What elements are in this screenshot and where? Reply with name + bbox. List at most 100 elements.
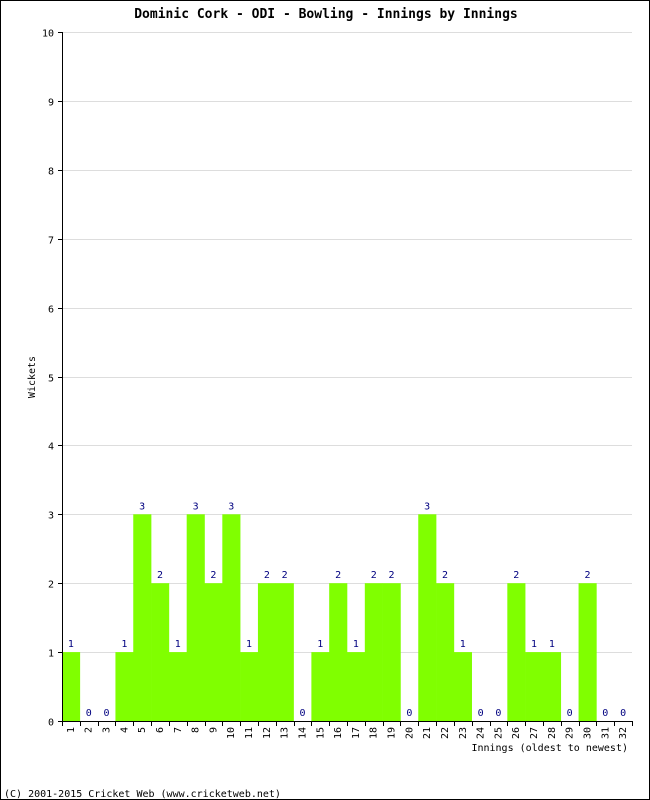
x-tick-label: 6: [155, 727, 166, 733]
bars: [62, 514, 597, 721]
x-tick-label: 26: [511, 727, 522, 739]
y-tick-label: 6: [48, 305, 54, 316]
x-tick-label: 12: [262, 727, 273, 739]
data-label: 2: [335, 570, 341, 581]
data-label: 0: [406, 708, 412, 719]
x-tick-label: 9: [208, 727, 219, 733]
bar: [436, 583, 455, 721]
data-label: 0: [478, 708, 484, 719]
copyright-footer: (C) 2001-2015 Cricket Web (www.cricketwe…: [4, 789, 281, 800]
x-tick-label: 32: [618, 727, 629, 739]
x-tick-label: 16: [333, 727, 344, 739]
x-tick-label: 10: [226, 727, 237, 739]
x-tick-label: 25: [493, 727, 504, 739]
x-tick-label: 5: [137, 727, 148, 733]
data-label: 2: [210, 570, 216, 581]
data-label: 1: [353, 639, 359, 650]
data-label: 1: [549, 639, 555, 650]
x-tick-label: 8: [191, 727, 202, 733]
x-tick-label: 27: [529, 727, 540, 739]
data-label: 2: [264, 570, 270, 581]
data-label: 0: [299, 708, 305, 719]
bar: [186, 514, 205, 721]
y-tick-label: 4: [48, 442, 54, 453]
data-label: 1: [121, 639, 127, 650]
data-label: 2: [157, 570, 163, 581]
chart-title: Dominic Cork - ODI - Bowling - Innings b…: [134, 7, 518, 22]
data-label: 3: [228, 501, 234, 512]
data-label: 1: [460, 639, 466, 650]
chart-container: Dominic Cork - ODI - Bowling - Innings b…: [0, 0, 650, 800]
y-tick-label: 1: [48, 649, 54, 660]
bar: [222, 514, 241, 721]
data-label: 3: [139, 501, 145, 512]
bar: [151, 583, 170, 721]
bar: [453, 652, 472, 721]
y-tick-label: 5: [48, 374, 54, 385]
x-tick-label: 23: [458, 727, 469, 739]
data-label: 0: [567, 708, 573, 719]
data-label: 1: [317, 639, 323, 650]
data-label: 1: [68, 639, 74, 650]
y-tick-label: 2: [48, 580, 54, 591]
bar: [507, 583, 526, 721]
bar: [347, 652, 366, 721]
x-tick-label: 18: [369, 727, 380, 739]
x-tick-label: 20: [404, 727, 415, 739]
x-tick-label: 15: [315, 727, 326, 739]
bar: [257, 583, 277, 721]
data-label: 2: [513, 570, 519, 581]
y-tick-label: 7: [48, 236, 54, 247]
x-tick-label: 31: [600, 727, 611, 739]
data-label: 0: [495, 708, 501, 719]
data-label: 0: [104, 708, 110, 719]
x-tick-label: 2: [84, 727, 95, 733]
x-tick-label: 24: [476, 727, 487, 739]
bar-chart: Dominic Cork - ODI - Bowling - Innings b…: [4, 7, 633, 800]
data-label: 3: [193, 501, 199, 512]
x-tick-label: 29: [565, 727, 576, 739]
bar: [168, 652, 187, 721]
data-label: 2: [371, 570, 377, 581]
x-tick-label: 3: [102, 727, 113, 733]
y-tick-label: 3: [48, 511, 54, 522]
data-label: 2: [442, 570, 448, 581]
x-tick-label: 28: [547, 727, 558, 739]
x-tick-label: 14: [297, 727, 308, 739]
x-tick-label: 1: [66, 727, 77, 733]
y-tick-label: 8: [48, 167, 54, 178]
x-tick-label: 13: [280, 727, 291, 739]
x-tick-label: 7: [173, 727, 184, 733]
bar: [115, 652, 134, 721]
bar: [578, 583, 597, 721]
y-axis-label: Wickets: [27, 356, 38, 398]
x-tick-label: 19: [387, 727, 398, 739]
data-label: 0: [602, 708, 608, 719]
x-axis-label: Innings (oldest to newest): [471, 743, 628, 754]
bar: [364, 583, 383, 721]
x-tick-label: 22: [440, 727, 451, 739]
data-label: 3: [424, 501, 430, 512]
bar: [525, 652, 544, 721]
bar: [204, 583, 223, 721]
x-tick-label: 21: [422, 727, 433, 739]
y-tick-label: 9: [48, 98, 54, 109]
bar: [240, 652, 259, 721]
bar: [275, 583, 294, 721]
data-label: 1: [246, 639, 252, 650]
y-tick-label: 10: [42, 29, 54, 40]
bar: [542, 652, 562, 721]
bar: [329, 583, 348, 721]
bar: [311, 652, 330, 721]
data-label: 2: [584, 570, 590, 581]
bar: [133, 514, 152, 721]
data-label: 0: [86, 708, 92, 719]
y-tick-label: 0: [48, 718, 54, 729]
bar: [382, 583, 401, 721]
bar: [418, 514, 437, 721]
bar: [62, 652, 81, 721]
data-label: 2: [389, 570, 395, 581]
x-tick-label: 30: [582, 727, 593, 739]
data-label: 0: [620, 708, 626, 719]
x-tick-label: 4: [119, 727, 130, 733]
